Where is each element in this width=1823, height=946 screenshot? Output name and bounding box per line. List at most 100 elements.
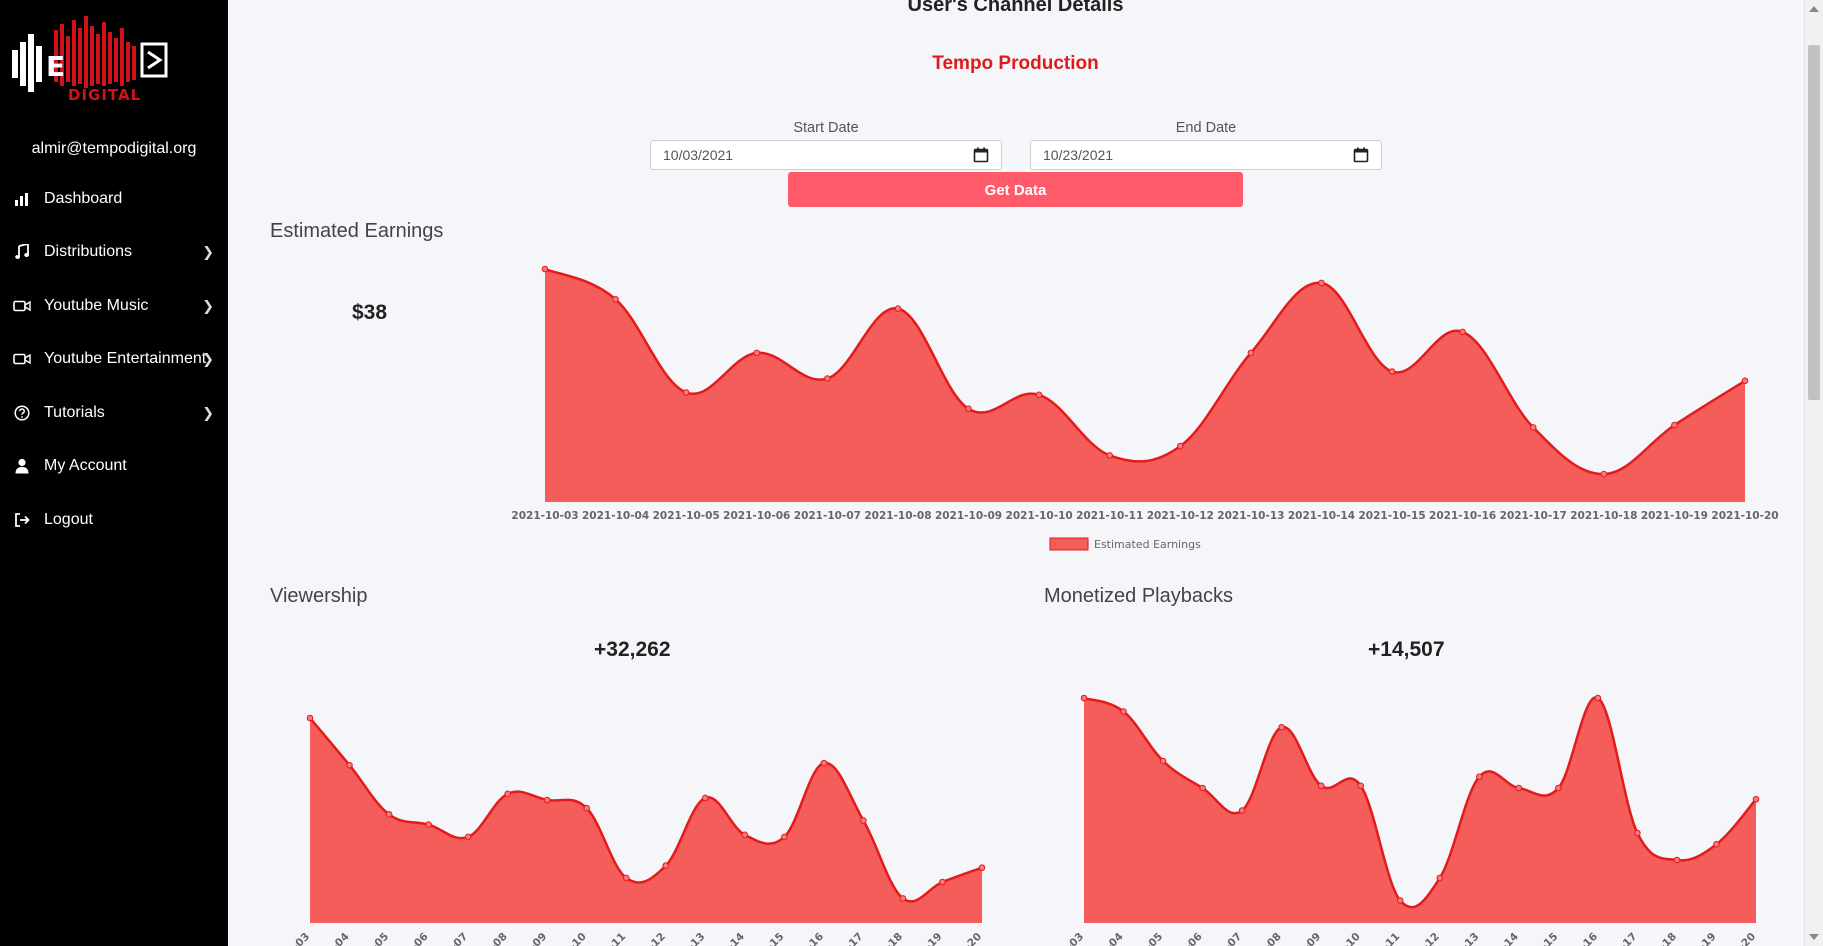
playbacks-title: Monetized Playbacks — [1044, 585, 1233, 607]
data-point[interactable] — [965, 405, 972, 413]
data-point[interactable] — [1671, 421, 1678, 429]
scroll-thumb[interactable] — [1808, 45, 1820, 400]
x-tick-label: 2021-10-16 — [1429, 510, 1496, 522]
video-camera-icon — [12, 349, 32, 369]
x-tick-label: 2021-10-12 — [1147, 510, 1214, 522]
sidebar-nav: Dashboard Distributions ❯ Youtube Music … — [0, 172, 228, 547]
sidebar-item-label: My Account — [44, 457, 127, 475]
data-point[interactable] — [1357, 782, 1365, 790]
x-tick-label: 2021-10-03 — [1044, 931, 1086, 946]
data-point[interactable] — [1318, 279, 1325, 287]
data-point[interactable] — [1741, 377, 1749, 385]
x-tick-label: 2021-10-13 — [1217, 510, 1284, 522]
data-point[interactable] — [1673, 856, 1681, 864]
sidebar-item-youtube-entertainment[interactable]: Youtube Entertainment ❯ — [0, 333, 228, 387]
data-point[interactable] — [1080, 694, 1088, 702]
sidebar-item-label: Youtube Music — [44, 296, 149, 314]
data-point[interactable] — [385, 811, 393, 818]
data-point[interactable] — [1317, 782, 1325, 790]
data-point[interactable] — [425, 821, 432, 828]
scroll-down-arrow-icon[interactable] — [1809, 934, 1819, 940]
data-point[interactable] — [662, 862, 670, 869]
video-camera-icon — [12, 296, 32, 316]
tempo-digital-logo[interactable]: E DIGITAL — [10, 16, 195, 111]
data-point[interactable] — [1459, 328, 1466, 336]
data-point[interactable] — [1529, 424, 1537, 431]
x-tick-label: 2021-10-14 — [1288, 510, 1355, 522]
x-tick-label: 2021-10-15 — [1358, 510, 1425, 522]
sidebar-item-my-account[interactable]: My Account — [0, 440, 228, 494]
x-tick-label: 2021-10-05 — [653, 510, 720, 522]
chevron-right-icon: ❯ — [202, 350, 214, 367]
data-point[interactable] — [1600, 470, 1608, 478]
legend-label[interactable]: Estimated Earnings — [1094, 538, 1201, 551]
data-point[interactable] — [894, 305, 902, 312]
data-point[interactable] — [1594, 694, 1602, 702]
data-point[interactable] — [753, 349, 761, 357]
data-point[interactable] — [1106, 452, 1114, 459]
data-point[interactable] — [1752, 795, 1760, 803]
start-date-value: 10/03/2021 — [663, 147, 734, 163]
sidebar-item-dashboard[interactable]: Dashboard — [0, 172, 228, 226]
data-point[interactable] — [1238, 807, 1246, 814]
data-point[interactable] — [543, 796, 551, 804]
data-point[interactable] — [1247, 349, 1255, 357]
data-point[interactable] — [899, 895, 907, 902]
playbacks-chart: 2021-10-032021-10-042021-10-052021-10-06… — [1044, 694, 1760, 946]
sidebar-item-youtube-music[interactable]: Youtube Music ❯ — [0, 279, 228, 333]
data-point[interactable] — [1436, 874, 1444, 882]
svg-text:E: E — [46, 50, 65, 83]
data-point[interactable] — [1120, 708, 1127, 715]
data-point[interactable] — [464, 833, 472, 841]
data-point[interactable] — [682, 389, 690, 396]
data-point[interactable] — [820, 759, 828, 767]
data-point[interactable] — [1278, 723, 1285, 731]
data-point[interactable] — [701, 794, 709, 802]
data-point[interactable] — [1515, 784, 1523, 792]
sidebar: E DIGITAL almir@tempodigital.org Dashboa… — [0, 0, 228, 946]
start-date-input[interactable]: 10/03/2021 — [650, 140, 1002, 170]
data-point[interactable] — [1388, 368, 1396, 375]
data-point[interactable] — [1713, 840, 1720, 848]
sidebar-item-label: Tutorials — [44, 403, 105, 421]
legend-swatch[interactable] — [1049, 537, 1089, 551]
data-point[interactable] — [622, 874, 630, 882]
sidebar-item-distributions[interactable]: Distributions ❯ — [0, 226, 228, 280]
data-point[interactable] — [741, 831, 749, 839]
data-point[interactable] — [1396, 897, 1404, 904]
data-point[interactable] — [1176, 442, 1184, 450]
sidebar-item-tutorials[interactable]: Tutorials ❯ — [0, 386, 228, 440]
data-point[interactable] — [978, 864, 986, 871]
series-area — [310, 718, 982, 923]
data-point[interactable] — [1475, 773, 1483, 781]
sidebar-item-logout[interactable]: Logout — [0, 493, 228, 547]
data-point[interactable] — [346, 761, 353, 769]
x-tick-label: 2021-10-04 — [582, 510, 649, 522]
data-point[interactable] — [1035, 391, 1043, 399]
scroll-up-arrow-icon[interactable] — [1809, 6, 1819, 12]
data-point[interactable] — [781, 833, 788, 841]
data-point[interactable] — [860, 817, 867, 824]
earnings-stat: $38 — [352, 301, 388, 324]
data-point[interactable] — [824, 375, 831, 382]
data-point[interactable] — [939, 878, 946, 886]
data-point[interactable] — [1159, 757, 1167, 765]
data-point[interactable] — [1555, 784, 1562, 792]
data-point[interactable] — [583, 804, 591, 812]
user-email: almir@tempodigital.org — [31, 140, 197, 157]
end-date-group: End Date 10/23/2021 — [1030, 120, 1382, 170]
sign-out-icon — [12, 510, 32, 530]
sidebar-item-label: Youtube Entertainment — [44, 350, 207, 368]
data-point[interactable] — [1199, 784, 1206, 792]
data-point[interactable] — [1634, 829, 1641, 837]
data-point[interactable] — [612, 295, 619, 303]
x-tick-label: 2021-10-20 — [1711, 510, 1778, 522]
calendar-icon[interactable] — [1353, 147, 1369, 163]
data-point[interactable] — [541, 265, 549, 273]
end-date-input[interactable]: 10/23/2021 — [1030, 140, 1382, 170]
get-data-button[interactable]: Get Data — [788, 172, 1243, 207]
calendar-icon[interactable] — [973, 147, 989, 163]
data-point[interactable] — [306, 714, 314, 722]
page-scrollbar[interactable] — [1804, 0, 1823, 946]
data-point[interactable] — [504, 790, 511, 798]
